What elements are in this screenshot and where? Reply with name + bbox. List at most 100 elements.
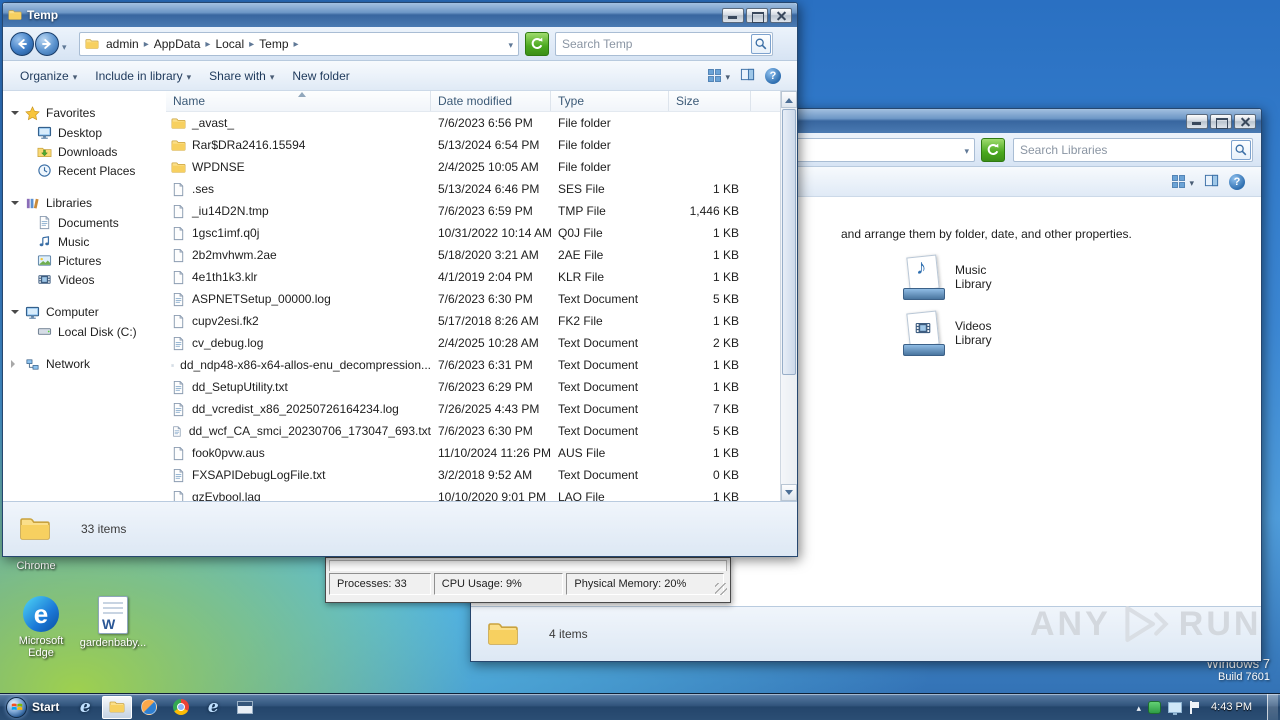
address-bar[interactable]: admin ▸ AppData ▸ Local ▸ Temp ▸ <box>79 32 519 56</box>
toolbar-button-new-folder[interactable]: New folder <box>283 65 358 87</box>
scroll-down-button[interactable] <box>781 484 797 501</box>
minimize-button[interactable] <box>722 7 744 23</box>
toolbar-button-organize[interactable]: Organize <box>11 65 86 87</box>
address-dropdown-icon[interactable] <box>964 143 969 157</box>
file-row[interactable]: gzEvbool.laq 10/10/2020 9:01 PM LAQ File… <box>166 486 780 501</box>
expander-expanded-icon[interactable] <box>11 201 19 209</box>
help-button[interactable] <box>765 67 781 84</box>
search-icon[interactable] <box>751 34 771 54</box>
refresh-button[interactable] <box>525 32 549 56</box>
back-button[interactable] <box>10 32 34 56</box>
sidebar-item-downloads[interactable]: Downloads <box>3 142 166 161</box>
file-row[interactable]: 2b2mvhwm.2ae 5/18/2020 3:21 AM 2AE File … <box>166 244 780 266</box>
sidebar-item-desktop[interactable]: Desktop <box>3 123 166 142</box>
tray-network-icon[interactable] <box>1168 701 1183 715</box>
search-input[interactable] <box>1014 143 1231 157</box>
toolbar-button-share-with[interactable]: Share with <box>200 65 283 87</box>
taskbar-app-browser[interactable] <box>166 696 196 719</box>
taskbar-app-app-window[interactable] <box>230 696 260 719</box>
desktop-icon-chrome-label[interactable]: Chrome <box>6 560 66 572</box>
taskbar-app-windows-explorer[interactable] <box>102 695 133 719</box>
file-row[interactable]: dd_vcredist_x86_20250726164234.log 7/26/… <box>166 398 780 420</box>
preview-pane-button[interactable] <box>1204 173 1219 191</box>
expander-collapsed-icon[interactable] <box>11 360 19 368</box>
file-row[interactable]: _avast_ 7/6/2023 6:56 PM File folder <box>166 112 780 134</box>
chevron-right-icon[interactable]: ▸ <box>204 39 211 50</box>
change-view-button[interactable] <box>707 68 730 83</box>
search-box[interactable] <box>1013 138 1253 162</box>
taskbar-app-media-player[interactable] <box>134 696 164 719</box>
breadcrumb-item-appdata[interactable]: AppData <box>150 37 205 51</box>
file-row[interactable]: 1gsc1imf.q0j 10/31/2022 10:14 AM Q0J Fil… <box>166 222 780 244</box>
show-desktop-button[interactable] <box>1267 694 1278 720</box>
sidebar-item-local-disk-c[interactable]: Local Disk (C:) <box>3 322 166 341</box>
start-button[interactable]: Start <box>0 694 69 720</box>
minimize-button[interactable] <box>1186 113 1208 129</box>
forward-button[interactable] <box>35 32 59 56</box>
column-header-type[interactable]: Type <box>551 91 669 111</box>
maximize-button[interactable] <box>746 7 768 23</box>
library-item-music-library[interactable]: Music Library <box>903 253 1011 301</box>
taskbar-app-internet-explorer-2[interactable] <box>198 696 228 719</box>
scrollbar-thumb[interactable] <box>782 109 796 375</box>
file-row[interactable]: 4e1th1k3.klr 4/1/2019 2:04 PM KLR File 1… <box>166 266 780 288</box>
tray-action-center-icon[interactable] <box>1189 700 1200 714</box>
recent-pages-dropdown-icon[interactable] <box>62 39 67 53</box>
help-button[interactable] <box>1229 173 1245 190</box>
sidebar-item-libraries[interactable]: Libraries <box>3 193 166 213</box>
column-header-name[interactable]: Name <box>166 91 431 111</box>
expander-expanded-icon[interactable] <box>11 310 19 318</box>
sidebar-item-computer[interactable]: Computer <box>3 302 166 322</box>
sidebar-item-favorites[interactable]: Favorites <box>3 103 166 123</box>
breadcrumb-item-local[interactable]: Local <box>211 37 248 51</box>
library-item-videos-library[interactable]: Videos Library <box>903 309 1011 357</box>
breadcrumb-item-temp[interactable]: Temp <box>255 37 292 51</box>
sidebar-item-documents[interactable]: Documents <box>3 213 166 232</box>
temp-titlebar[interactable]: Temp <box>3 3 797 27</box>
file-row[interactable]: cupv2esi.fk2 5/17/2018 8:26 AM FK2 File … <box>166 310 780 332</box>
column-header-date-modified[interactable]: Date modified <box>431 91 551 111</box>
chevron-right-icon[interactable]: ▸ <box>143 39 150 50</box>
file-row[interactable]: fook0pvw.aus 11/10/2024 11:26 PM AUS Fil… <box>166 442 780 464</box>
vertical-scrollbar[interactable] <box>780 91 797 501</box>
desktop-icon-microsoft-edge[interactable]: Microsoft Edge <box>8 596 74 659</box>
file-row[interactable]: WPDNSE 2/4/2025 10:05 AM File folder <box>166 156 780 178</box>
address-dropdown-icon[interactable] <box>508 37 513 51</box>
close-button[interactable] <box>1234 113 1256 129</box>
chevron-right-icon[interactable]: ▸ <box>293 39 300 50</box>
file-name: dd_wcf_CA_smci_20230706_173047_693.txt <box>188 424 431 438</box>
expander-expanded-icon[interactable] <box>11 111 19 119</box>
taskbar-clock[interactable]: 4:43 PM <box>1211 701 1252 713</box>
breadcrumb-item-admin[interactable]: admin <box>102 37 143 51</box>
search-box[interactable] <box>555 32 773 56</box>
column-header-size[interactable]: Size <box>669 91 751 111</box>
preview-pane-button[interactable] <box>740 67 755 85</box>
desktop-icon-gardenbaby-document[interactable]: gardenbaby... <box>80 596 146 649</box>
search-input[interactable] <box>556 37 751 51</box>
sidebar-item-videos[interactable]: Videos <box>3 270 166 289</box>
sidebar-item-network[interactable]: Network <box>3 354 166 374</box>
chevron-right-icon[interactable]: ▸ <box>248 39 255 50</box>
file-row[interactable]: dd_ndp48-x86-x64-allos-enu_decompression… <box>166 354 780 376</box>
file-row[interactable]: .ses 5/13/2024 6:46 PM SES File 1 KB <box>166 178 780 200</box>
file-row[interactable]: dd_wcf_CA_smci_20230706_173047_693.txt 7… <box>166 420 780 442</box>
change-view-button[interactable] <box>1171 174 1194 189</box>
file-row[interactable]: Rar$DRa2416.15594 5/13/2024 6:54 PM File… <box>166 134 780 156</box>
file-row[interactable]: ASPNETSetup_00000.log 7/6/2023 6:30 PM T… <box>166 288 780 310</box>
tray-hidden-icons-icon[interactable] <box>1137 700 1142 714</box>
taskbar-app-internet-explorer[interactable] <box>70 696 100 719</box>
search-icon[interactable] <box>1231 140 1251 160</box>
refresh-button[interactable] <box>981 138 1005 162</box>
sidebar-item-music[interactable]: Music <box>3 232 166 251</box>
file-row[interactable]: cv_debug.log 2/4/2025 10:28 AM Text Docu… <box>166 332 780 354</box>
sidebar-item-recent-places[interactable]: Recent Places <box>3 161 166 180</box>
file-row[interactable]: dd_SetupUtility.txt 7/6/2023 6:29 PM Tex… <box>166 376 780 398</box>
maximize-button[interactable] <box>1210 113 1232 129</box>
toolbar-button-include-in-library[interactable]: Include in library <box>86 65 200 87</box>
scroll-up-button[interactable] <box>781 91 797 108</box>
file-row[interactable]: _iu14D2N.tmp 7/6/2023 6:59 PM TMP File 1… <box>166 200 780 222</box>
close-button[interactable] <box>770 7 792 23</box>
file-row[interactable]: FXSAPIDebugLogFile.txt 3/2/2018 9:52 AM … <box>166 464 780 486</box>
sidebar-item-pictures[interactable]: Pictures <box>3 251 166 270</box>
tray-agent-status-icon[interactable] <box>1148 700 1162 714</box>
